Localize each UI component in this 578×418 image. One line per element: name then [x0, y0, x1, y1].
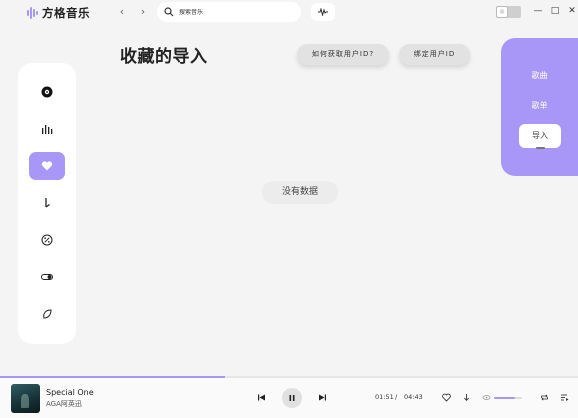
sidebar-item-charts[interactable] [29, 115, 65, 143]
sidebar-item-deals[interactable] [29, 226, 65, 254]
sidebar-item-music[interactable] [29, 189, 65, 217]
sidebar-item-favorites[interactable] [29, 152, 65, 180]
player-bar: Special One AGA阿英迅 01:51 / 04:43 [0, 378, 578, 418]
title-bar: 方格音乐 ‹ › ☼ — □ ✕ [0, 0, 578, 26]
search-icon [164, 7, 174, 17]
like-button[interactable] [442, 393, 451, 402]
previous-icon [258, 394, 265, 401]
listen-recognize-button[interactable] [311, 3, 335, 21]
heart-outline-icon [442, 393, 451, 402]
active-tab-indicator [536, 147, 545, 149]
close-icon[interactable]: ✕ [566, 5, 578, 17]
empty-state: 没有数据 [262, 181, 338, 204]
heart-icon [41, 161, 53, 171]
download-button[interactable] [462, 393, 471, 402]
time-separator: / [395, 393, 398, 401]
tab-import[interactable]: 导入 [519, 124, 561, 148]
back-arrow-icon[interactable]: ‹ [116, 6, 128, 18]
percent-badge-icon [41, 234, 53, 246]
next-icon [319, 394, 326, 401]
repeat-button[interactable] [540, 393, 549, 402]
bars-chart-icon [42, 125, 53, 134]
playlist-icon [561, 394, 569, 401]
maximize-icon[interactable]: □ [549, 5, 561, 17]
page-title: 收藏的导入 [120, 47, 208, 67]
forward-arrow-icon[interactable]: › [137, 6, 149, 18]
sidebar-item-settings[interactable] [29, 263, 65, 291]
theme-toggle[interactable]: ☼ [496, 6, 521, 18]
leaf-icon [43, 309, 52, 319]
previous-button[interactable] [257, 393, 266, 402]
logo-icon [27, 7, 38, 19]
song-artist[interactable]: AGA阿英迅 [46, 399, 82, 409]
tab-playlists[interactable]: 歌单 [501, 100, 578, 111]
song-title[interactable]: Special One [46, 388, 94, 397]
waveform-icon [318, 8, 328, 16]
album-cover[interactable] [11, 384, 40, 413]
next-button[interactable] [318, 393, 327, 402]
total-time: 04:43 [404, 393, 423, 401]
current-time: 01:51 [375, 393, 394, 401]
pause-icon [289, 395, 295, 401]
tab-songs[interactable]: 歌曲 [501, 70, 578, 81]
search-input[interactable] [179, 8, 289, 16]
playlist-button[interactable] [560, 393, 569, 402]
how-to-get-user-id-button[interactable]: 如何获取用户ID? [297, 44, 389, 65]
sidebar-item-about[interactable] [29, 300, 65, 328]
sidebar [18, 63, 76, 344]
search-box[interactable] [157, 2, 301, 22]
music-note-icon [45, 198, 50, 208]
sidebar-item-discover[interactable] [29, 78, 65, 106]
volume-slider[interactable] [494, 397, 522, 399]
sun-icon: ☼ [496, 6, 508, 18]
volume-button[interactable] [482, 393, 491, 402]
bind-user-id-button[interactable]: 绑定用户ID [399, 44, 470, 65]
download-icon [463, 394, 470, 401]
disc-icon [41, 86, 53, 98]
app-name: 方格音乐 [42, 6, 90, 20]
pause-button[interactable] [282, 388, 302, 408]
minimize-icon[interactable]: — [532, 5, 544, 17]
app-logo: 方格音乐 [27, 5, 90, 21]
repeat-icon [541, 394, 548, 401]
volume-icon [482, 395, 491, 400]
volume-level [494, 397, 515, 399]
right-panel: 歌曲 歌单 导入 [501, 38, 578, 176]
toggle-icon [41, 274, 53, 280]
